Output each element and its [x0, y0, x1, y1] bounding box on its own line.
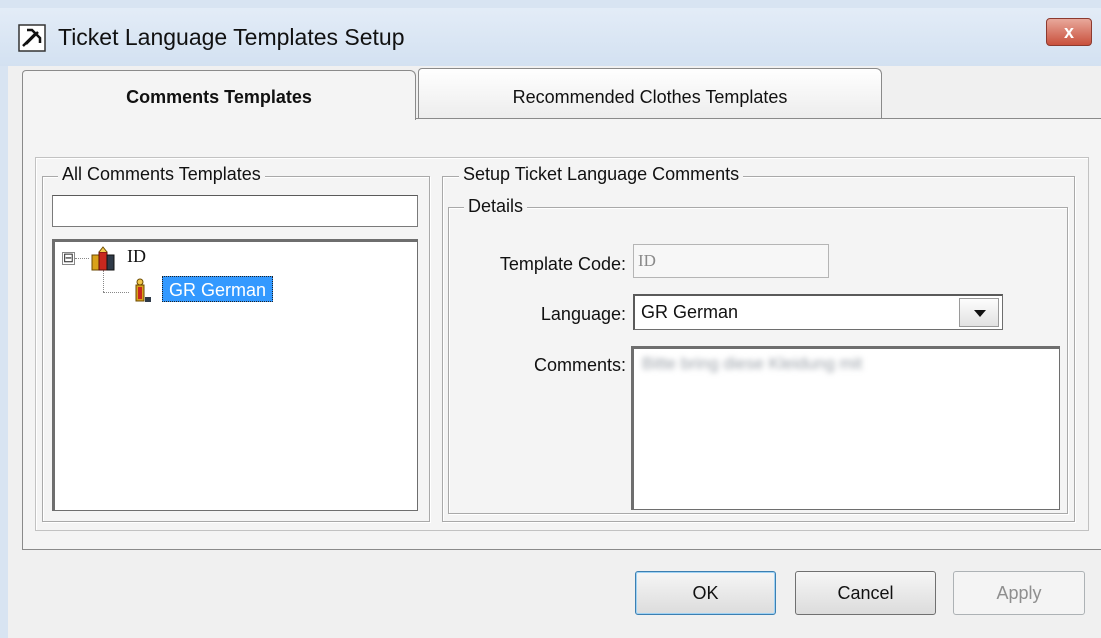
- template-filter-input[interactable]: [52, 195, 418, 227]
- tree-connector: [75, 258, 89, 259]
- tree-connector: [103, 270, 104, 292]
- language-select[interactable]: GR German: [633, 294, 1003, 330]
- window-title: Ticket Language Templates Setup: [58, 24, 405, 50]
- comments-label: Comments:: [533, 355, 626, 375]
- tree-node-root-label[interactable]: ID: [127, 246, 146, 267]
- setup-comments-legend: Setup Ticket Language Comments: [459, 164, 744, 185]
- tab-recommended-clothes-templates[interactable]: Recommended Clothes Templates: [418, 68, 882, 120]
- close-icon: x: [1063, 22, 1074, 42]
- cancel-button[interactable]: Cancel: [795, 571, 936, 615]
- template-code-field: ID: [633, 244, 829, 278]
- ok-button[interactable]: OK: [635, 571, 776, 615]
- tree-connector: [103, 292, 129, 293]
- tree-node-gr-german[interactable]: GR German: [162, 276, 274, 302]
- template-folder-icon: [90, 246, 116, 272]
- app-tool-icon: [18, 24, 46, 52]
- language-label: Language:: [540, 304, 626, 324]
- all-templates-legend: All Comments Templates: [58, 164, 265, 185]
- apply-button[interactable]: Apply: [953, 571, 1085, 615]
- template-code-label: Template Code:: [499, 254, 626, 274]
- dialog-bottom-edge: [8, 634, 1101, 638]
- details-legend: Details: [464, 196, 528, 217]
- chevron-down-icon: [974, 310, 986, 317]
- comments-text: Bitte bring diese Kleidung mit: [642, 354, 863, 373]
- close-button[interactable]: x: [1046, 18, 1092, 46]
- language-item-icon: [131, 277, 153, 305]
- collapse-node-icon[interactable]: ⊟: [62, 251, 75, 265]
- tab-comments-templates[interactable]: Comments Templates: [22, 70, 416, 120]
